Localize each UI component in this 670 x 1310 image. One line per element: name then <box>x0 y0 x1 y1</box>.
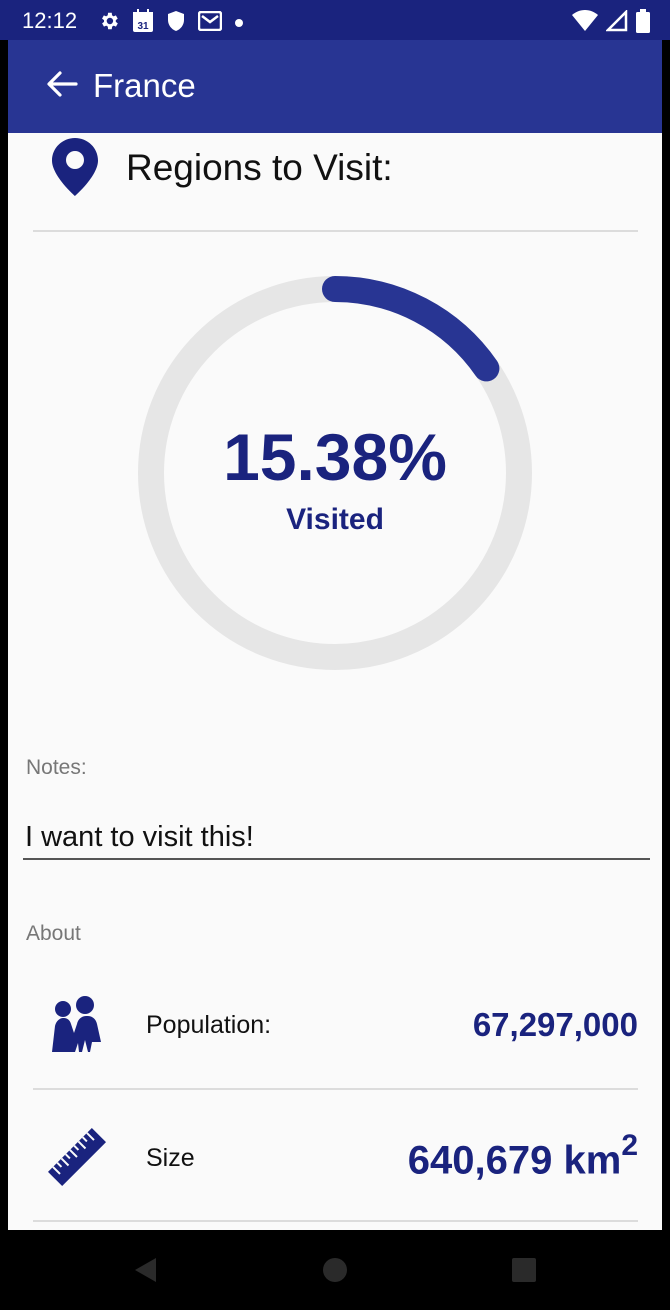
gear-icon <box>98 10 120 37</box>
population-value: 67,297,000 <box>472 1006 638 1043</box>
wifi-icon <box>572 10 598 37</box>
notes-field[interactable] <box>23 816 650 860</box>
size-value: 640,679 km <box>407 1138 622 1183</box>
battery-icon <box>636 9 650 38</box>
calendar-icon: 31 <box>132 9 154 38</box>
nav-recents-icon[interactable] <box>510 1256 538 1289</box>
calendar-day: 31 <box>137 21 149 32</box>
progress-arc <box>322 276 500 382</box>
mail-icon <box>197 10 223 36</box>
size-value-group: 640,679 km2 <box>407 1129 638 1183</box>
status-time: 12:12 <box>22 8 78 33</box>
section-title: Regions to Visit: <box>126 147 393 188</box>
map-pin-icon <box>52 138 98 201</box>
signal-icon <box>604 8 628 37</box>
notes-label: Notes: <box>26 756 87 779</box>
nav-back-icon[interactable] <box>132 1256 158 1289</box>
size-unit-superscript: 2 <box>621 1129 638 1162</box>
divider <box>33 1088 638 1090</box>
size-label: Size <box>146 1144 195 1172</box>
nav-home-icon[interactable] <box>322 1256 348 1289</box>
main-content: Regions to Visit: 15.38% Visited Notes: … <box>8 133 662 1230</box>
progress-label: Visited <box>286 503 384 536</box>
about-label: About <box>26 922 81 945</box>
shield-icon <box>166 10 186 37</box>
app-bar-title: France <box>93 67 196 104</box>
people-icon <box>44 996 106 1059</box>
divider <box>33 1220 638 1222</box>
ruler-icon <box>44 1124 110 1195</box>
progress-percent: 15.38% <box>223 420 447 494</box>
app-bar: France <box>8 40 662 133</box>
back-arrow-icon[interactable] <box>46 70 78 103</box>
dot-icon <box>234 15 244 33</box>
navigation-bar <box>0 1230 670 1310</box>
status-bar: 12:12 31 <box>0 0 670 40</box>
divider <box>33 230 638 232</box>
population-label: Population: <box>146 1011 272 1039</box>
